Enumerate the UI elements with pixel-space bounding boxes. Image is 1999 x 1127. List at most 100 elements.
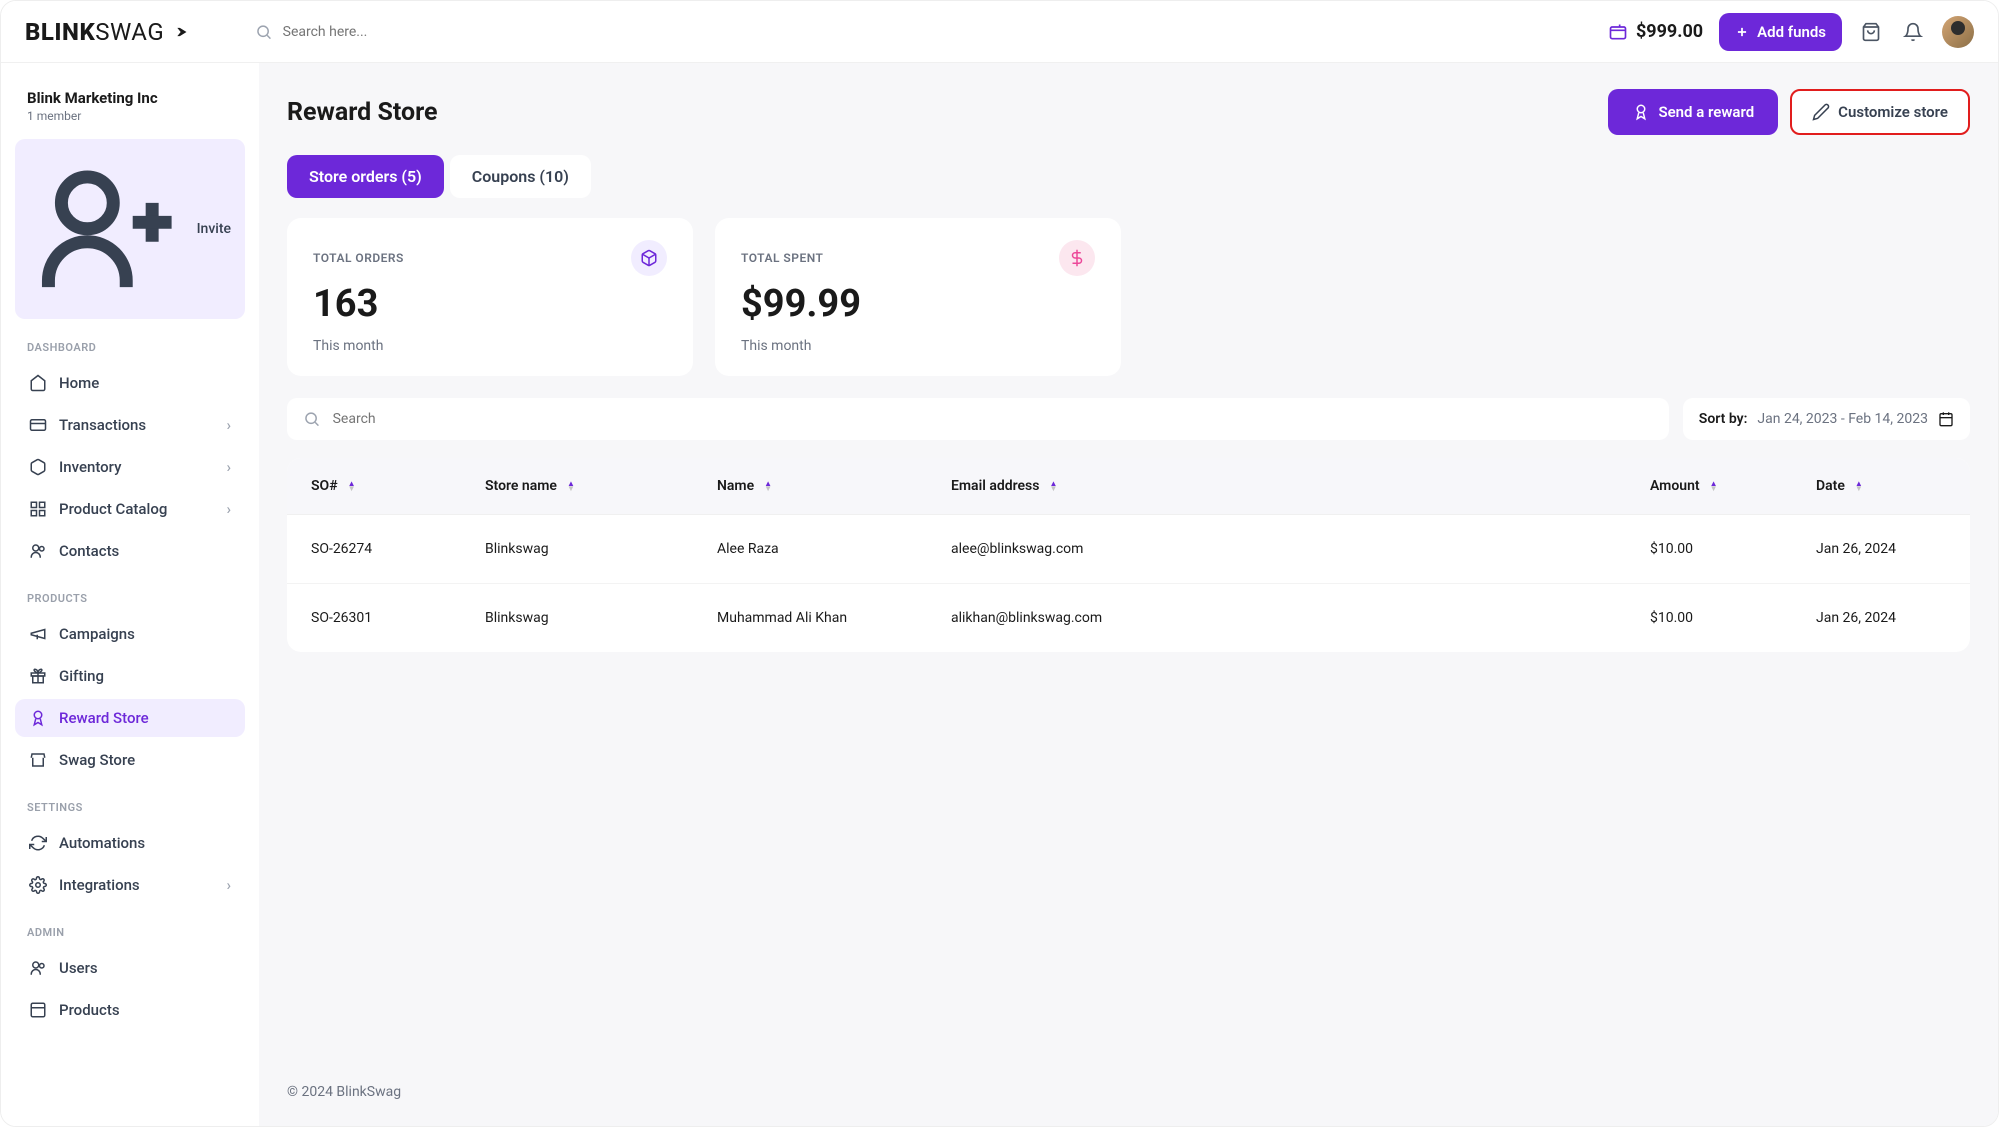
sort-icon: ▲▼ [1710,481,1718,491]
card-total-spent: TOTAL SPENT $99.99 This month [715,218,1121,376]
table-row[interactable]: SO-26274 Blinkswag Alee Raza alee@blinks… [287,515,1970,584]
nav-users[interactable]: Users [15,949,245,987]
cell-so: SO-26301 [311,610,485,626]
col-so[interactable]: SO#▲▼ [311,478,485,494]
customize-store-button[interactable]: Customize store [1790,89,1970,135]
send-reward-button[interactable]: Send a reward [1608,89,1778,135]
user-avatar[interactable] [1942,16,1974,48]
nav-product-catalog[interactable]: Product Catalog› [15,490,245,528]
section-products: PRODUCTS [15,574,245,611]
nav-integrations[interactable]: Integrations› [15,866,245,904]
bell-icon [1903,22,1923,42]
orders-search-input[interactable] [333,411,1653,427]
nav-contacts[interactable]: Contacts [15,532,245,570]
gift-icon [29,667,47,685]
section-settings: SETTINGS [15,783,245,820]
chevron-right-icon: › [226,458,231,476]
cell-name: Muhammad Ali Khan [717,610,951,626]
orders-search[interactable] [287,398,1669,440]
cell-date: Jan 26, 2024 [1816,541,1946,557]
tab-store-orders[interactable]: Store orders (5) [287,155,444,198]
footer: © 2024 BlinkSwag [287,1054,1970,1100]
box-icon [29,458,47,476]
users-icon [29,959,47,977]
card-total-orders: TOTAL ORDERS 163 This month [287,218,693,376]
customize-store-label: Customize store [1838,103,1948,121]
sort-icon: ▲▼ [764,481,772,491]
card-orders-value: 163 [313,282,667,326]
card-spent-value: $99.99 [741,282,1095,326]
sort-icon: ▲▼ [1855,481,1863,491]
table-header: SO#▲▼ Store name▲▼ Name▲▼ Email address▲… [287,458,1970,515]
card-icon [29,416,47,434]
card-spent-sub: This month [741,338,1095,354]
cell-date: Jan 26, 2024 [1816,610,1946,626]
col-email[interactable]: Email address▲▼ [951,478,1650,494]
page-header: Reward Store Send a reward Customize sto… [287,89,1970,135]
award-icon [29,709,47,727]
chevron-right-icon: › [226,416,231,434]
refresh-icon [29,834,47,852]
notifications-button[interactable] [1900,19,1926,45]
nav-gifting[interactable]: Gifting [15,657,245,695]
global-search-input[interactable] [283,24,1608,40]
invite-label: Invite [197,221,231,237]
add-funds-label: Add funds [1757,23,1826,41]
send-reward-label: Send a reward [1658,103,1754,121]
table-row[interactable]: SO-26301 Blinkswag Muhammad Ali Khan ali… [287,584,1970,652]
org-name: Blink Marketing Inc [27,89,233,107]
nav-products-admin[interactable]: Products [15,991,245,1029]
nav-transactions[interactable]: Transactions› [15,406,245,444]
package-icon [29,1001,47,1019]
grid-icon [29,500,47,518]
users-icon [29,542,47,560]
card-orders-label: TOTAL ORDERS [313,251,404,265]
cart-button[interactable] [1858,19,1884,45]
user-plus-icon [29,151,185,307]
cell-store: Blinkswag [485,541,717,557]
orders-table: SO#▲▼ Store name▲▼ Name▲▼ Email address▲… [287,458,1970,652]
dollar-icon [1059,240,1095,276]
sort-icon: ▲▼ [348,481,356,491]
home-icon [29,374,47,392]
org-sub: 1 member [27,109,233,123]
nav-swag-store[interactable]: Swag Store [15,741,245,779]
nav-home[interactable]: Home [15,364,245,402]
global-search[interactable] [255,23,1608,41]
sidebar: Blink Marketing Inc 1 member Invite DASH… [1,63,259,1126]
sort-dropdown[interactable]: Sort by: Jan 24, 2023 - Feb 14, 2023 [1683,398,1970,440]
table-controls: Sort by: Jan 24, 2023 - Feb 14, 2023 [287,398,1970,440]
nav-automations[interactable]: Automations [15,824,245,862]
nav-campaigns[interactable]: Campaigns [15,615,245,653]
sort-icon: ▲▼ [1049,481,1057,491]
award-icon [1632,103,1650,121]
app: BLINKSWAG $999.00 Add funds [0,0,1999,1127]
invite-button[interactable]: Invite [15,139,245,319]
cell-amount: $10.00 [1650,610,1816,626]
add-funds-button[interactable]: Add funds [1719,13,1842,51]
col-name[interactable]: Name▲▼ [717,478,951,494]
topbar: BLINKSWAG $999.00 Add funds [1,1,1998,63]
col-date[interactable]: Date▲▼ [1816,478,1946,494]
sort-label: Sort by: [1699,411,1748,427]
main: Reward Store Send a reward Customize sto… [259,63,1998,1126]
page-actions: Send a reward Customize store [1608,89,1970,135]
logo-arrow-icon [166,22,192,42]
cell-store: Blinkswag [485,610,717,626]
balance-display: $999.00 [1608,21,1703,42]
chevron-right-icon: › [226,876,231,894]
calendar-icon [1938,411,1954,427]
tabs: Store orders (5) Coupons (10) [287,155,1970,198]
plus-icon [1735,25,1749,39]
col-amount[interactable]: Amount▲▼ [1650,478,1816,494]
logo: BLINKSWAG [25,18,255,46]
card-orders-sub: This month [313,338,667,354]
col-store[interactable]: Store name▲▼ [485,478,717,494]
body: Blink Marketing Inc 1 member Invite DASH… [1,63,1998,1126]
cell-email: alikhan@blinkswag.com [951,610,1650,626]
cell-email: alee@blinkswag.com [951,541,1650,557]
nav-inventory[interactable]: Inventory› [15,448,245,486]
nav-reward-store[interactable]: Reward Store [15,699,245,737]
section-dashboard: DASHBOARD [15,323,245,360]
tab-coupons[interactable]: Coupons (10) [450,155,591,198]
